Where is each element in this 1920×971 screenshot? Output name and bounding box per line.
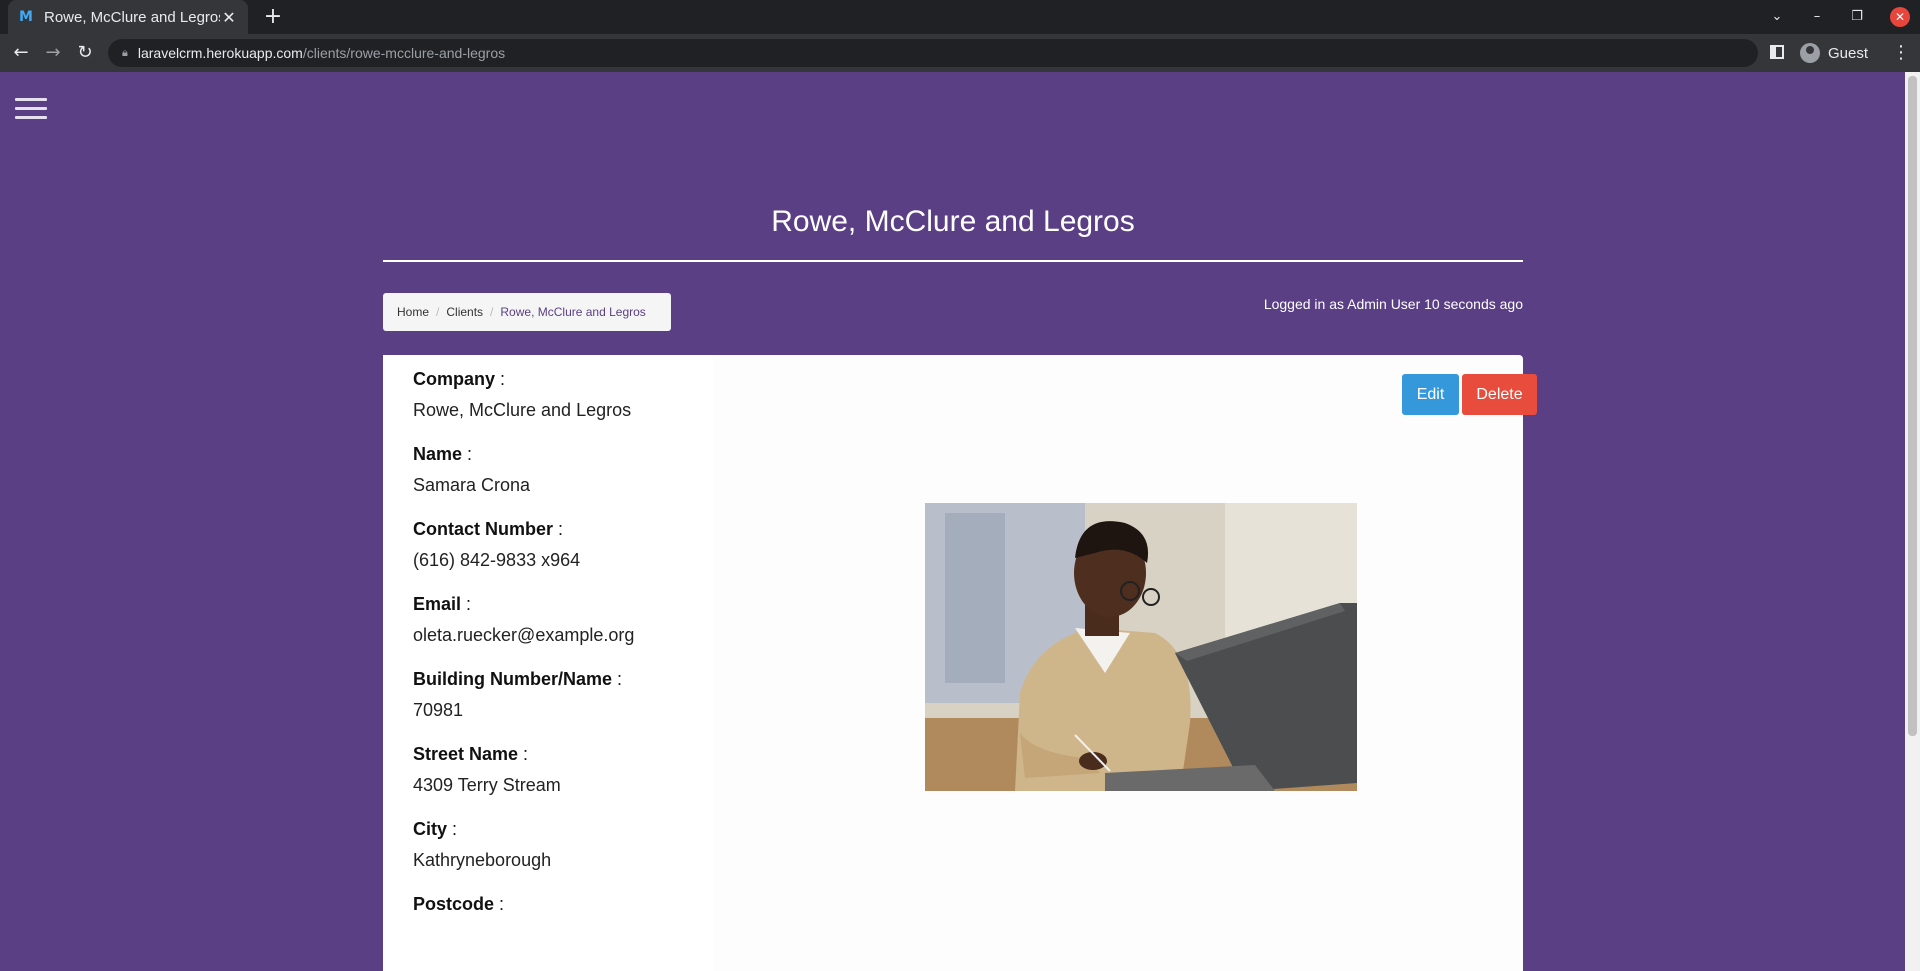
profile-name: Guest	[1828, 44, 1869, 62]
breadcrumb-home[interactable]: Home	[397, 305, 429, 319]
minimize-button[interactable]: –	[1802, 0, 1832, 34]
side-panel-icon[interactable]	[1770, 45, 1784, 59]
field-label: Street Name	[413, 744, 519, 764]
browser-toolbar: ← → ↻ 🔒︎ laravelcrm.herokuapp.com/client…	[0, 34, 1920, 72]
field-contact-number: Contact Number : (616) 842-9833 x964	[413, 517, 713, 572]
page-title: Rowe, McClure and Legros	[771, 205, 1135, 238]
tab-search-icon[interactable]: ⌄	[1762, 0, 1792, 34]
profile-avatar-icon	[1800, 43, 1820, 63]
client-details: Company : Rowe, McClure and Legros Name …	[383, 355, 713, 971]
title-divider	[383, 260, 1523, 262]
back-button[interactable]: ←	[8, 40, 34, 66]
url-path: /clients/rowe-mcclure-and-legros	[302, 45, 506, 61]
favicon-icon: M	[19, 9, 33, 25]
scrollbar-thumb[interactable]	[1908, 76, 1917, 736]
edit-button[interactable]: Edit	[1402, 374, 1459, 415]
field-value: Rowe, McClure and Legros	[413, 400, 632, 420]
profile-button[interactable]: Guest	[1800, 39, 1868, 67]
client-photo	[925, 503, 1357, 791]
field-building: Building Number/Name : 70981	[413, 667, 713, 722]
field-value: Samara Crona	[413, 475, 531, 495]
breadcrumb-current: Rowe, McClure and Legros	[500, 305, 646, 319]
field-label: City	[413, 819, 448, 839]
field-postcode: Postcode :	[413, 894, 505, 914]
lock-icon: 🔒︎	[122, 46, 128, 59]
login-status: Logged in as Admin User 10 seconds ago	[1263, 296, 1523, 312]
browser-tabstrip: M Rowe, McClure and Legros ✕ + ⌄ – ❐ ✕	[0, 0, 1920, 34]
field-label: Name	[413, 444, 463, 464]
breadcrumb-separator: /	[436, 305, 440, 319]
new-tab-button[interactable]: +	[260, 4, 286, 30]
field-value: Kathryneborough	[413, 850, 552, 870]
field-label: Contact Number	[413, 519, 554, 539]
breadcrumb-separator: /	[490, 305, 494, 319]
field-city: City : Kathryneborough	[413, 817, 713, 872]
field-label: Postcode	[413, 894, 495, 914]
field-name: Name : Samara Crona	[413, 442, 713, 497]
reload-button[interactable]: ↻	[72, 40, 98, 66]
close-window-button[interactable]: ✕	[1890, 7, 1910, 27]
page-scrollbar[interactable]	[1905, 72, 1920, 971]
tab-title: Rowe, McClure and Legros	[44, 8, 220, 26]
client-card: Company : Rowe, McClure and Legros Name …	[383, 355, 1537, 971]
field-label: Building Number/Name	[413, 669, 613, 689]
field-email: Email : oleta.ruecker@example.org	[413, 592, 713, 647]
field-value: 70981	[413, 700, 464, 720]
url-host: laravelcrm.herokuapp.com	[137, 45, 303, 61]
field-label: Company	[413, 369, 496, 389]
address-bar[interactable]: 🔒︎ laravelcrm.herokuapp.com/clients/rowe…	[108, 39, 1758, 67]
menu-toggle-icon[interactable]	[15, 98, 47, 122]
field-value: 4309 Terry Stream	[413, 775, 561, 795]
forward-button[interactable]: →	[40, 40, 66, 66]
field-value: (616) 842-9833 x964	[413, 550, 581, 570]
delete-button[interactable]: Delete	[1462, 374, 1537, 415]
field-company: Company : Rowe, McClure and Legros	[413, 367, 713, 422]
field-value: oleta.ruecker@example.org	[413, 625, 635, 645]
restore-button[interactable]: ❐	[1842, 0, 1872, 34]
field-street: Street Name : 4309 Terry Stream	[413, 742, 713, 797]
breadcrumb: Home / Clients / Rowe, McClure and Legro…	[383, 293, 671, 331]
breadcrumb-clients[interactable]: Clients	[446, 305, 483, 319]
field-label: Email	[413, 594, 462, 614]
browser-menu-icon[interactable]: ⋮	[1892, 40, 1910, 66]
browser-tab[interactable]: M Rowe, McClure and Legros ✕	[8, 0, 248, 34]
close-tab-icon[interactable]: ✕	[220, 8, 238, 27]
